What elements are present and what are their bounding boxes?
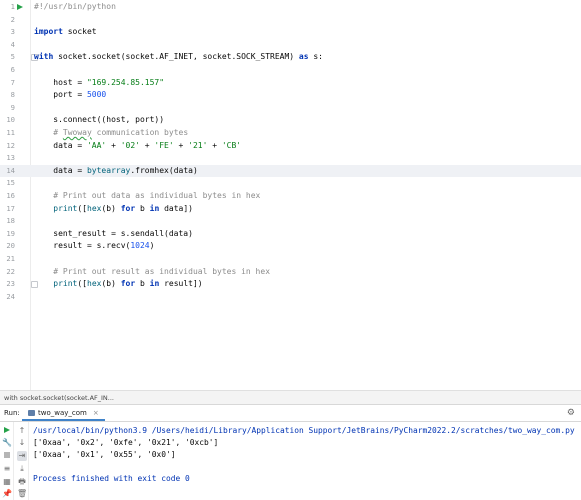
close-icon[interactable]: ×	[93, 405, 99, 421]
code-text: #!/usr/bin/python	[34, 2, 116, 11]
code-line[interactable]: 8 port = 5000	[0, 89, 581, 102]
line-number: 6	[10, 65, 15, 74]
console-output-line: ['0xaa', '0x1', '0x55', '0x0']	[33, 450, 176, 459]
line-number: 8	[10, 90, 15, 100]
console-output-line: ['0xaa', '0x2', '0xfe', '0x21', '0xcb']	[33, 438, 219, 447]
list-icon[interactable]: ≡	[2, 464, 12, 474]
code-line[interactable]: 5 with socket.socket(socket.AF_INET, sock…	[0, 51, 581, 64]
code-line[interactable]: 9	[0, 102, 581, 115]
line-number: 7	[10, 77, 15, 87]
code-line[interactable]: 20 result = s.recv(1024)	[0, 240, 581, 253]
pin-icon[interactable]: 📌	[2, 489, 12, 499]
line-number: 5	[10, 52, 15, 62]
line-number: 1	[10, 2, 15, 11]
line-number: 10	[6, 115, 15, 125]
line-number: 17	[6, 203, 15, 213]
code-text: import socket	[34, 27, 97, 37]
trash-icon[interactable]: 🗑	[17, 489, 27, 499]
code-line[interactable]: 17 print([hex(b) for b in data])	[0, 203, 581, 216]
code-line[interactable]: 10 s.connect((host, port))	[0, 114, 581, 127]
code-line[interactable]: 22 # Print out result as individual byte…	[0, 266, 581, 279]
code-line[interactable]: 15	[0, 177, 581, 190]
code-editor[interactable]: 1 #!/usr/bin/python 2 3 import socket 4 5 with …	[0, 0, 581, 390]
line-number: 15	[6, 178, 15, 188]
run-gutter-icon[interactable]	[17, 4, 23, 10]
line-number: 9	[10, 102, 15, 112]
line-number: 19	[6, 228, 15, 238]
code-line[interactable]: 23 print([hex(b) for b in result])	[0, 278, 581, 291]
line-number: 21	[6, 254, 15, 263]
stop-icon[interactable]	[2, 451, 12, 461]
wrench-icon[interactable]: 🔧	[2, 438, 12, 448]
tab-label: two_way_com	[38, 409, 87, 417]
line-number: 14	[6, 165, 15, 175]
code-line[interactable]: 6	[0, 64, 581, 77]
console-toolbar-secondary: ↑ ↓ ⇥ ⤓ 🖶 🗑	[14, 422, 29, 500]
down-arrow-icon[interactable]: ↓	[17, 438, 27, 448]
code-line[interactable]: 21	[0, 253, 581, 266]
code-line[interactable]: 1 #!/usr/bin/python	[0, 1, 581, 14]
code-line[interactable]: 11 # Twoway communication bytes	[0, 127, 581, 140]
code-text: s.connect((host, port))	[34, 115, 165, 125]
print-icon[interactable]: 🖶	[17, 477, 27, 487]
python-file-icon	[28, 410, 35, 416]
code-text: data = 'AA' + '02' + 'FE' + '21' + 'CB'	[34, 140, 242, 150]
line-number: 2	[10, 14, 15, 24]
code-line[interactable]: 7 host = "169.254.85.157"	[0, 77, 581, 90]
code-line[interactable]: 2	[0, 14, 581, 27]
gear-icon[interactable]: ⚙	[567, 405, 575, 421]
run-console[interactable]: 🔧 ≡ ▦ 📌 ↑ ↓ ⇥ ⤓ 🖶 🗑 /usr/local/bin/pytho…	[0, 422, 581, 500]
code-line[interactable]: 19 sent_result = s.sendall(data)	[0, 228, 581, 241]
line-number: 16	[6, 191, 15, 200]
scroll-to-end-icon[interactable]: ⤓	[17, 464, 27, 474]
code-line[interactable]: 13	[0, 152, 581, 165]
line-number: 11	[6, 128, 15, 137]
line-number: 18	[6, 216, 15, 226]
line-number: 3	[10, 27, 15, 37]
code-line[interactable]: 3 import socket	[0, 26, 581, 39]
breadcrumb[interactable]: with socket.socket(socket.AF_IN...	[0, 390, 581, 404]
code-text: with socket.socket(socket.AF_INET, socke…	[34, 52, 323, 62]
line-number: 24	[6, 291, 15, 301]
rerun-icon[interactable]	[2, 426, 12, 436]
line-number: 20	[6, 241, 15, 251]
code-text: print([hex(b) for b in data])	[53, 203, 193, 213]
code-line[interactable]: 24	[0, 291, 581, 304]
console-toolbar-primary: 🔧 ≡ ▦ 📌	[0, 422, 14, 500]
code-text: # Twoway communication bytes	[53, 128, 189, 137]
line-number: 22	[6, 266, 15, 276]
code-line[interactable]: 4	[0, 39, 581, 52]
up-arrow-icon[interactable]: ↑	[17, 426, 27, 436]
code-text: sent_result = s.sendall(data)	[34, 228, 193, 238]
code-line[interactable]: 16 # Print out data as individual bytes …	[0, 190, 581, 203]
line-number: 4	[10, 39, 15, 49]
layout-icon[interactable]: ▦	[2, 477, 12, 487]
code-text: # Print out data as individual bytes in …	[53, 191, 261, 200]
code-text: # Print out result as individual bytes i…	[53, 266, 271, 276]
code-line[interactable]: 14 data = bytearray.fromhex(data)	[0, 164, 581, 178]
code-text: host = "169.254.85.157"	[34, 77, 165, 87]
soft-wrap-icon[interactable]: ⇥	[17, 451, 27, 461]
run-tool-window-header: Run: two_way_com × ⚙	[0, 404, 581, 422]
code-text: port = 5000	[34, 90, 107, 100]
tab-two-way-com[interactable]: two_way_com ×	[22, 405, 105, 421]
run-label: Run:	[4, 409, 20, 417]
code-line[interactable]: 18	[0, 215, 581, 228]
console-command-line: /usr/local/bin/python3.9 /Users/heidi/Li…	[33, 426, 575, 435]
line-number: 12	[6, 140, 15, 150]
code-text: data = bytearray.fromhex(data)	[34, 165, 198, 175]
code-text: print([hex(b) for b in result])	[53, 279, 203, 289]
console-exit-message: Process finished with exit code 0	[33, 474, 190, 483]
code-text: result = s.recv(1024)	[34, 241, 155, 251]
line-number: 23	[6, 279, 15, 289]
line-number: 13	[6, 153, 15, 163]
code-line[interactable]: 12 data = 'AA' + '02' + 'FE' + '21' + 'C…	[0, 140, 581, 153]
